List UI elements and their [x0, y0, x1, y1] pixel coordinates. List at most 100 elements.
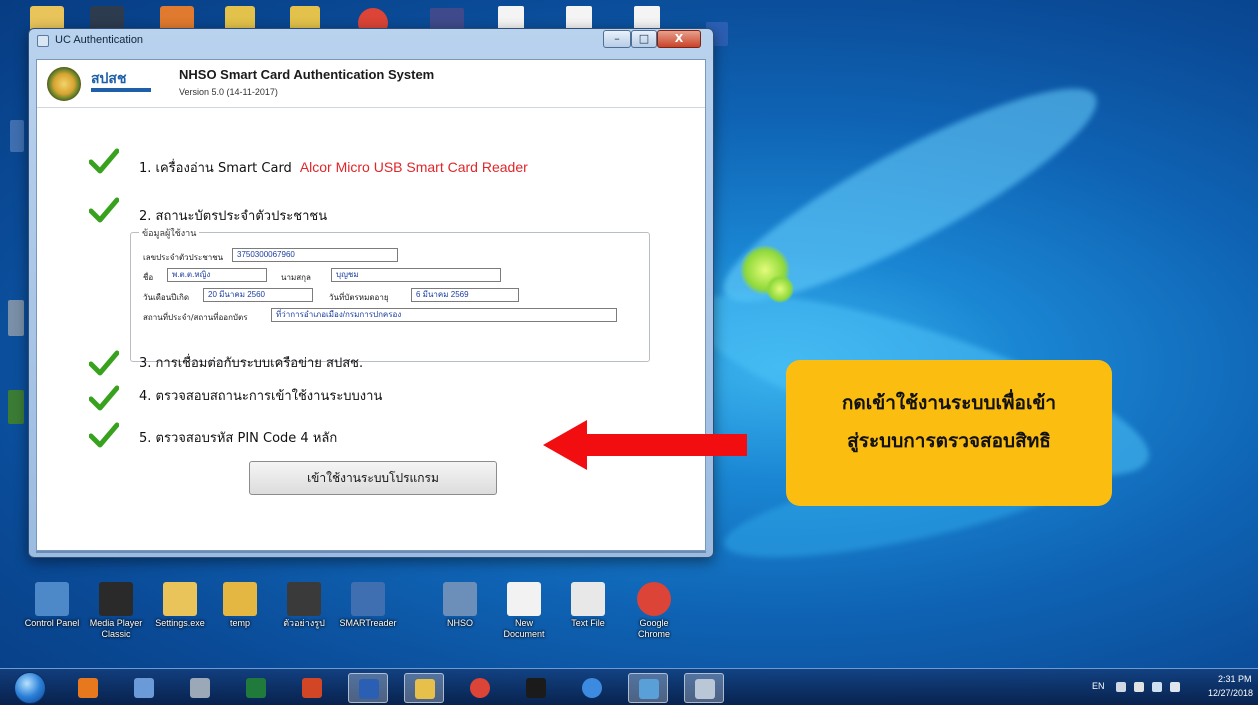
desktop-icon-label: ตัวอย่างรูป: [283, 618, 325, 628]
taskbar-word-button[interactable]: [348, 673, 388, 703]
desktop-icon[interactable]: Settings.exe: [150, 582, 210, 629]
desktop-icon[interactable]: New Document: [494, 582, 554, 640]
app-window[interactable]: UC Authentication – □ X สปสช NHSO Smart …: [28, 28, 714, 558]
user-info-group: ข้อมูลผู้ใช้งาน เลขประจำตัวประชาชน 37503…: [130, 226, 650, 362]
taskbar: EN 2:31 PM 12/27/2018: [0, 668, 1258, 705]
desktop-icon-label: Media Player Classic: [89, 618, 143, 639]
pointer-arrow-shaft: [583, 434, 747, 456]
chrome-icon: [637, 582, 671, 616]
taskbar-app-button[interactable]: [628, 673, 668, 703]
desktop-icon[interactable]: SMARTreader: [338, 582, 398, 629]
network-icon: [639, 679, 659, 699]
callout-line-1: กดเข้าใช้งานระบบเพื่อเข้า: [841, 392, 1057, 414]
media-player-icon: [99, 582, 133, 616]
window-title: UC Authentication: [55, 34, 144, 46]
step-pin-check: 5. ตรวจสอบรหัส PIN Code 4 หลัก: [139, 431, 338, 446]
name-label: ชื่อ: [143, 273, 154, 282]
checkmark-icon: [89, 350, 119, 376]
place-label: สถานที่ประจำ/สถานที่ออกบัตร: [143, 313, 248, 322]
control-panel-icon: [35, 582, 69, 616]
taskbar-explorer-folder-button[interactable]: [404, 673, 444, 703]
program-icon: [351, 582, 385, 616]
enter-program-button[interactable]: เข้าใช้งานระบบโปรแกรม: [249, 461, 497, 495]
desktop-icon[interactable]: [10, 120, 24, 152]
people-icon: [134, 678, 154, 698]
show-hidden-icons-icon[interactable]: [1116, 682, 1126, 692]
clock-time[interactable]: 2:31 PM: [1218, 674, 1252, 684]
folder-icon: [415, 679, 435, 699]
smart-card-icon: [695, 679, 715, 699]
group-title: ข้อมูลผู้ใช้งาน: [139, 226, 200, 240]
expiry-date-field: 6 มีนาคม 2569: [411, 288, 519, 302]
taskbar-explorer-button[interactable]: [124, 673, 164, 703]
checkmark-icon: [89, 385, 119, 411]
nhso-logo-text: สปสช: [91, 70, 127, 86]
document-icon: [507, 582, 541, 616]
clock-date[interactable]: 12/27/2018: [1208, 688, 1253, 698]
taskbar-uc-auth-button[interactable]: [684, 673, 724, 703]
desktop-icon[interactable]: Control Panel: [22, 582, 82, 629]
instruction-callout: กดเข้าใช้งานระบบเพื่อเข้า สู่ระบบการตรวจ…: [786, 360, 1112, 506]
excel-icon: [246, 678, 266, 698]
name-field: พ.ต.ต.หญิง: [167, 268, 267, 282]
desktop-icon[interactable]: [8, 390, 24, 424]
checkmark-icon: [89, 422, 119, 448]
desktop-icon[interactable]: Google Chrome: [624, 582, 684, 640]
taskbar-terminal-button[interactable]: [516, 673, 556, 703]
language-indicator[interactable]: EN: [1092, 681, 1105, 691]
taskbar-powerpoint-button[interactable]: [292, 673, 332, 703]
nhso-logo-bar: [91, 88, 151, 92]
taskbar-ie-button[interactable]: [572, 673, 612, 703]
birth-date-field: 20 มีนาคม 2560: [203, 288, 313, 302]
maximize-button[interactable]: □: [631, 30, 657, 48]
wallpaper-logo: [766, 275, 794, 303]
window-client: สปสช NHSO Smart Card Authentication Syst…: [36, 59, 706, 551]
step-label: 1. เครื่องอ่าน Smart Card: [139, 161, 292, 176]
desktop-icon[interactable]: temp: [210, 582, 270, 629]
window-status-strip: [36, 551, 706, 553]
volume-icon[interactable]: [1170, 682, 1180, 692]
app-header: สปสช NHSO Smart Card Authentication Syst…: [37, 60, 705, 108]
pointer-arrow-head: [543, 420, 587, 470]
issue-place-field: ที่ว่าการอำเภอเมือง/กรมการปกครอง: [271, 308, 617, 322]
window-app-icon: [37, 35, 49, 47]
word-icon: [359, 679, 379, 699]
desktop-icon[interactable]: [8, 300, 24, 336]
desktop-icon-label: Control Panel: [24, 618, 80, 628]
disk-icon: [190, 678, 210, 698]
start-button[interactable]: [14, 672, 46, 704]
checkmark-icon: [89, 197, 119, 223]
step-network-connection: 3. การเชื่อมต่อกับระบบเครือข่าย สปสช.: [139, 356, 364, 371]
expiry-label: วันที่บัตรหมดอายุ: [329, 293, 389, 302]
powerpoint-icon: [302, 678, 322, 698]
step-id-card-status: 2. สถานะบัตรประจำตัวประชาชน: [139, 209, 328, 224]
desktop-icon[interactable]: ตัวอย่างรูป: [274, 582, 334, 629]
network-icon: [443, 582, 477, 616]
network-tray-icon[interactable]: [1152, 682, 1162, 692]
desktop-icon-label: Text File: [571, 618, 605, 628]
nhso-seal-logo: [47, 67, 81, 101]
chrome-icon: [470, 678, 490, 698]
desktop-icon[interactable]: Media Player Classic: [86, 582, 146, 640]
checkmark-icon: [89, 148, 119, 174]
desktop-icon-label: temp: [229, 618, 250, 628]
close-button[interactable]: X: [657, 30, 701, 48]
taskbar-app-button[interactable]: [180, 673, 220, 703]
card-reader-name: Alcor Micro USB Smart Card Reader: [299, 159, 528, 175]
flag-icon[interactable]: [1134, 682, 1144, 692]
desktop-icon-label: SMARTreader: [339, 618, 397, 628]
taskbar-excel-button[interactable]: [236, 673, 276, 703]
app-version: Version 5.0 (14-11-2017): [179, 87, 278, 97]
id-label: เลขประจำตัวประชาชน: [143, 253, 224, 262]
taskbar-chrome-button[interactable]: [460, 673, 500, 703]
surname-field: บุญชม: [331, 268, 501, 282]
title-bar[interactable]: UC Authentication – □ X: [29, 29, 713, 53]
desktop-icon[interactable]: Text File: [558, 582, 618, 629]
citizen-id-field: 3750300067960: [232, 248, 398, 262]
desktop-icon[interactable]: NHSO: [430, 582, 490, 629]
internet-explorer-icon: [582, 678, 602, 698]
taskbar-media-button[interactable]: [68, 673, 108, 703]
document-icon: [571, 582, 605, 616]
desktop-icon-label: Settings.exe: [155, 618, 205, 628]
minimize-button[interactable]: –: [603, 30, 631, 48]
